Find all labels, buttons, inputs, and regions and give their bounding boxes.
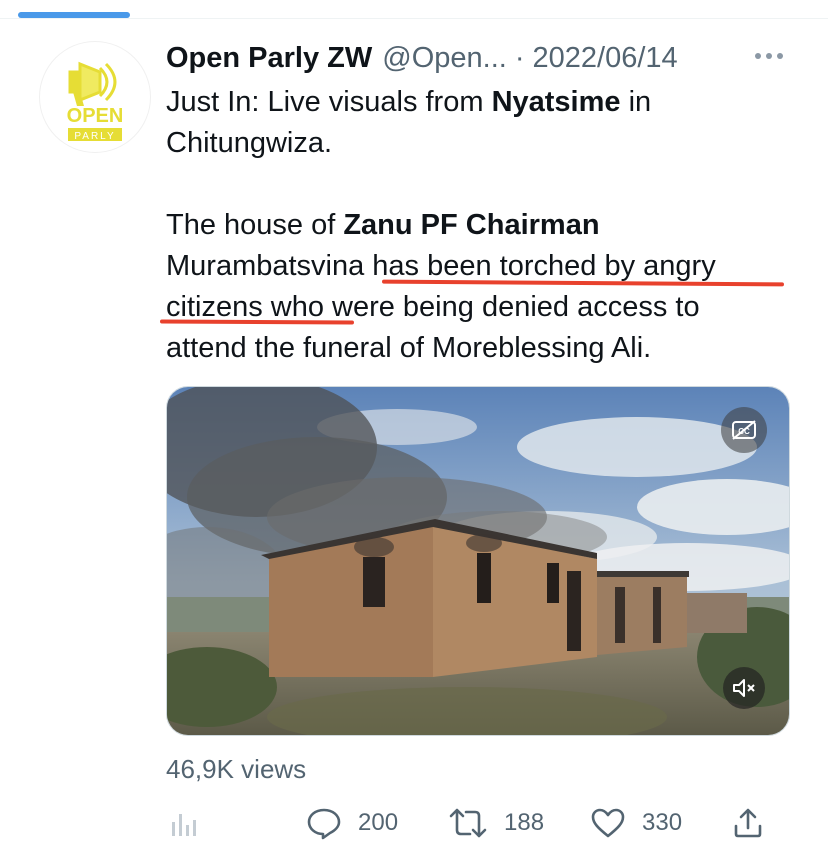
logo-open-text: OPEN xyxy=(67,105,124,127)
author-avatar[interactable]: OPEN PARLY xyxy=(40,42,150,152)
retweet-count: 188 xyxy=(504,809,545,836)
place-name-bold: Nyatsime xyxy=(491,86,621,118)
action-bar: 200 188 330 xyxy=(166,800,786,846)
analytics-button[interactable] xyxy=(166,800,200,846)
reply-button[interactable]: 200 xyxy=(306,800,398,846)
mute-icon xyxy=(733,679,755,697)
header-separator: · xyxy=(514,41,525,74)
captions-button[interactable]: CC xyxy=(721,407,767,453)
like-icon xyxy=(591,808,625,838)
analytics-icon xyxy=(172,814,196,836)
text-line-2: Chitungwiza. xyxy=(166,127,333,159)
captions-off-icon: CC xyxy=(732,420,756,440)
text-line-1: Just In: Live visuals from Nyatsime in xyxy=(166,86,652,118)
logo-parly-text: PARLY xyxy=(74,131,115,142)
more-icon xyxy=(755,53,783,59)
top-divider xyxy=(0,18,828,19)
like-count: 330 xyxy=(642,809,683,836)
text-line-3: The house of Zanu PF Chairman xyxy=(166,209,600,241)
svg-text:CC: CC xyxy=(738,427,750,436)
video-player[interactable]: CC xyxy=(166,386,790,736)
reply-icon xyxy=(307,808,341,840)
tweet-header: Open Parly ZW @Open... · 2022/06/14 xyxy=(166,38,726,78)
reply-count: 200 xyxy=(358,809,399,836)
share-button[interactable] xyxy=(732,800,764,846)
like-button[interactable]: 330 xyxy=(590,800,682,846)
share-icon xyxy=(734,808,762,838)
author-name[interactable]: Open Parly ZW xyxy=(166,42,372,75)
retweet-icon xyxy=(449,808,487,838)
text-line-6: attend the funeral of Moreblessing Ali. xyxy=(166,332,652,364)
author-handle[interactable]: @Open... xyxy=(382,42,507,75)
retweet-button[interactable]: 188 xyxy=(448,800,544,846)
mute-button[interactable] xyxy=(723,667,765,709)
open-parly-logo: OPEN PARLY xyxy=(67,61,124,142)
view-count: 46,9K views xyxy=(166,754,307,784)
video-frame xyxy=(167,387,789,735)
tweet-text: Just In: Live visuals from Nyatsime in C… xyxy=(166,82,806,369)
chairman-bold: Zanu PF Chairman xyxy=(343,209,600,241)
more-button[interactable] xyxy=(752,44,786,68)
tweet-date[interactable]: 2022/06/14 xyxy=(533,42,678,75)
